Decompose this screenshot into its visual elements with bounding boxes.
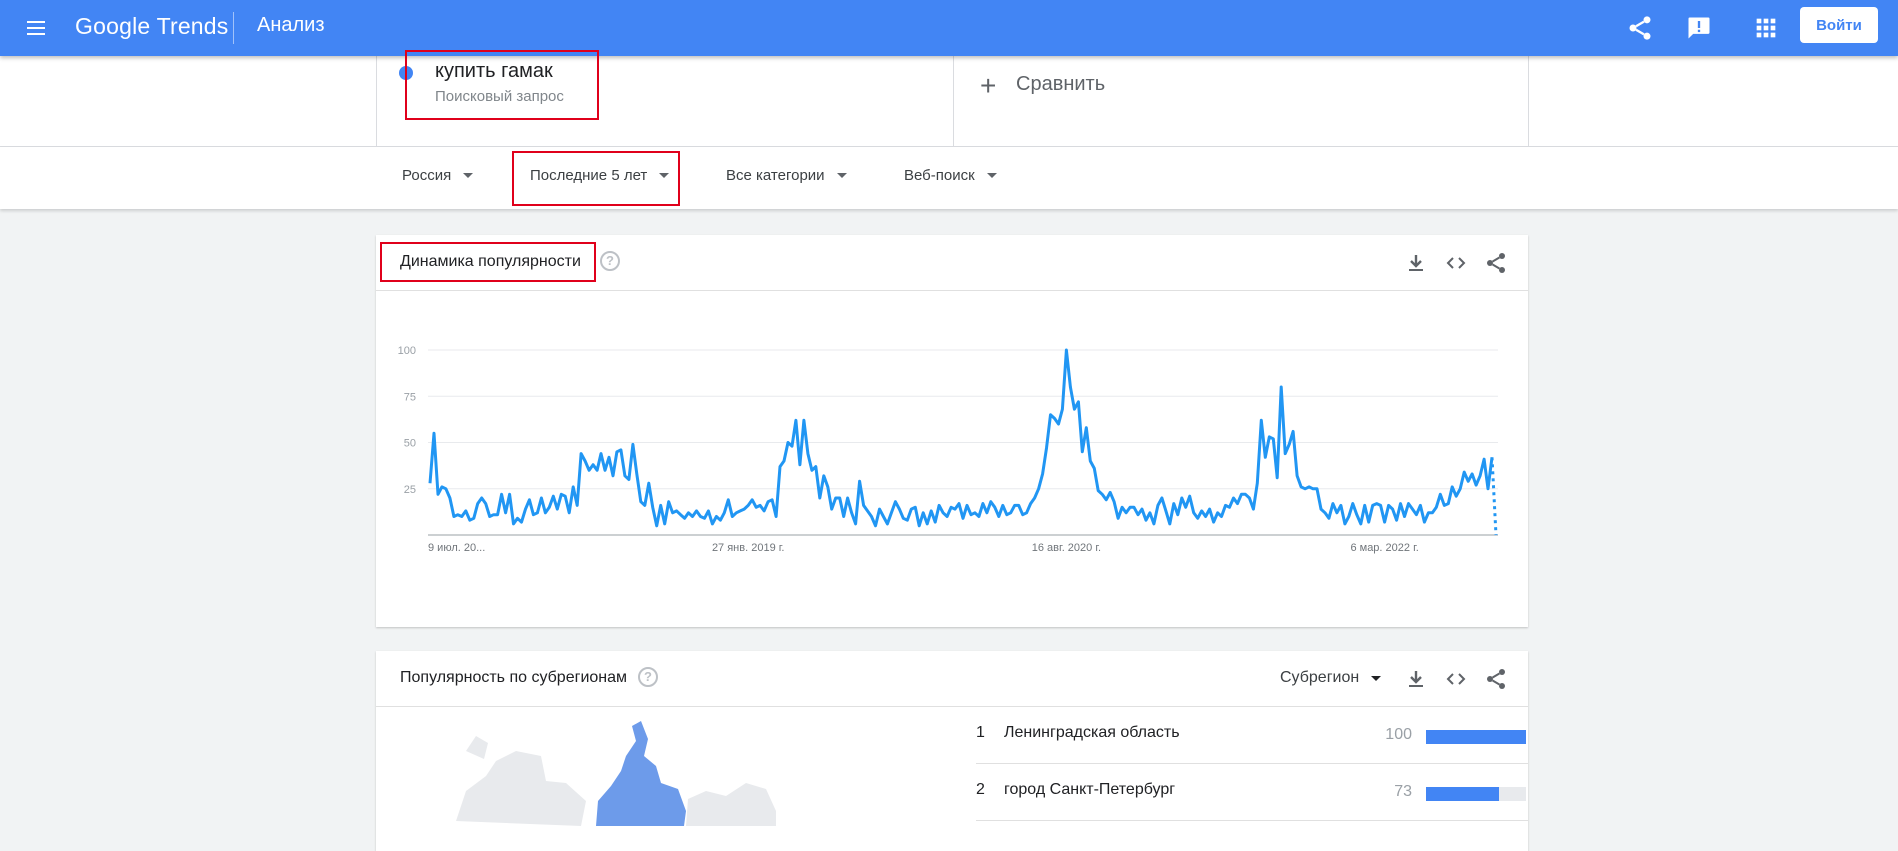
chevron-down-icon xyxy=(463,173,474,178)
search-term-panel: купить гамак Поисковый запрос + Сравнить xyxy=(0,56,1898,147)
search-type-filter-label: Веб-поиск xyxy=(904,167,975,184)
chevron-down-icon xyxy=(986,173,997,178)
interest-card-header: Динамика популярности ? xyxy=(376,235,1528,291)
y-tick-label: 75 xyxy=(404,391,416,403)
y-tick-label: 25 xyxy=(404,484,416,496)
region-map[interactable] xyxy=(456,721,776,826)
category-filter-dropdown[interactable]: Все категории xyxy=(726,167,847,184)
share-icon[interactable] xyxy=(1484,667,1508,691)
login-button[interactable]: Войти xyxy=(1800,7,1878,43)
share-icon[interactable] xyxy=(1626,14,1654,42)
subregion-card: Популярность по субрегионам ? Субрегион … xyxy=(376,651,1528,851)
plus-icon: + xyxy=(980,70,997,101)
x-tick-label: 9 июл. 20... xyxy=(428,542,485,554)
region-bar-fill xyxy=(1426,787,1499,801)
y-tick-label: 50 xyxy=(404,438,416,450)
region-name[interactable]: город Санкт-Петербург xyxy=(1004,781,1175,799)
help-icon[interactable]: ? xyxy=(638,667,658,687)
x-tick-label: 16 авг. 2020 г. xyxy=(1032,542,1101,554)
region-row[interactable]: 1 Ленинградская область 100 xyxy=(976,706,1528,764)
google-trends-logo[interactable]: Google Trends xyxy=(75,13,229,40)
interest-line-chart[interactable]: 25 50 75 100 9 июл. 20... 27 янв. 2019 г. 16 а… xyxy=(376,290,1528,627)
subregion-card-header: Популярность по субрегионам ? Субрегион xyxy=(376,651,1528,707)
region-rank: 2 xyxy=(976,781,985,798)
term-color-dot xyxy=(399,66,413,80)
period-filter-dropdown[interactable]: Последние 5 лет xyxy=(530,167,670,184)
compare-label: Сравнить xyxy=(1016,73,1106,95)
y-tick-label: 100 xyxy=(398,345,416,357)
chevron-down-icon xyxy=(659,173,670,178)
compare-card[interactable]: + Сравнить xyxy=(952,56,1529,146)
region-bar xyxy=(1426,730,1526,744)
resolution-label: Субрегион xyxy=(1280,669,1360,686)
x-tick-label: 27 янв. 2019 г. xyxy=(712,542,785,554)
download-icon[interactable] xyxy=(1404,251,1428,275)
filter-bar: Россия Последние 5 лет Все категории Веб… xyxy=(0,147,1898,209)
interest-card-title: Динамика популярности xyxy=(400,253,581,270)
feedback-icon[interactable] xyxy=(1685,14,1713,42)
region-value: 73 xyxy=(1394,783,1412,800)
map-landmass-east xyxy=(686,783,776,826)
search-type-filter-dropdown[interactable]: Веб-поиск xyxy=(904,167,997,184)
menu-icon[interactable] xyxy=(24,16,48,40)
chevron-down-icon xyxy=(1371,675,1382,681)
series-line xyxy=(428,348,1494,528)
share-icon[interactable] xyxy=(1484,251,1508,275)
region-row[interactable]: 2 город Санкт-Петербург 73 xyxy=(976,763,1528,821)
region-value: 100 xyxy=(1385,726,1412,743)
region-name[interactable]: Ленинградская область xyxy=(1004,724,1180,742)
download-icon[interactable] xyxy=(1404,667,1428,691)
region-bar xyxy=(1426,787,1526,801)
resolution-dropdown[interactable]: Субрегион xyxy=(1280,669,1382,687)
category-filter-label: Все категории xyxy=(726,167,825,184)
top-app-bar: Google Trends Анализ Войти xyxy=(0,0,1898,56)
logo-google-text: Google xyxy=(75,13,151,39)
map-island xyxy=(466,736,488,759)
x-tick-label: 6 мар. 2022 г. xyxy=(1350,542,1418,554)
series-partial-segment xyxy=(1490,457,1498,536)
search-term-card[interactable]: купить гамак Поисковый запрос xyxy=(376,56,954,146)
page-title: Анализ xyxy=(257,14,325,36)
chevron-down-icon xyxy=(836,173,847,178)
header-divider xyxy=(233,12,234,44)
apps-icon[interactable] xyxy=(1752,14,1780,42)
embed-code-icon[interactable] xyxy=(1444,667,1468,691)
search-term-name[interactable]: купить гамак xyxy=(435,60,553,83)
region-rank: 1 xyxy=(976,724,985,741)
map-highlighted-region[interactable] xyxy=(596,721,686,826)
region-filter-label: Россия xyxy=(402,167,452,184)
subregion-card-title: Популярность по субрегионам xyxy=(400,669,628,686)
logo-trends-text: Trends xyxy=(156,13,229,39)
region-bar-fill xyxy=(1426,730,1526,744)
region-filter-dropdown[interactable]: Россия xyxy=(402,167,474,184)
interest-over-time-card: Динамика популярности ? 25 50 75 100 9 июл. … xyxy=(376,235,1528,627)
map-landmass-west xyxy=(456,751,586,826)
search-term-type: Поисковый запрос xyxy=(435,88,564,105)
help-icon[interactable]: ? xyxy=(600,251,620,271)
period-filter-label: Последние 5 лет xyxy=(530,167,648,184)
embed-code-icon[interactable] xyxy=(1444,251,1468,275)
